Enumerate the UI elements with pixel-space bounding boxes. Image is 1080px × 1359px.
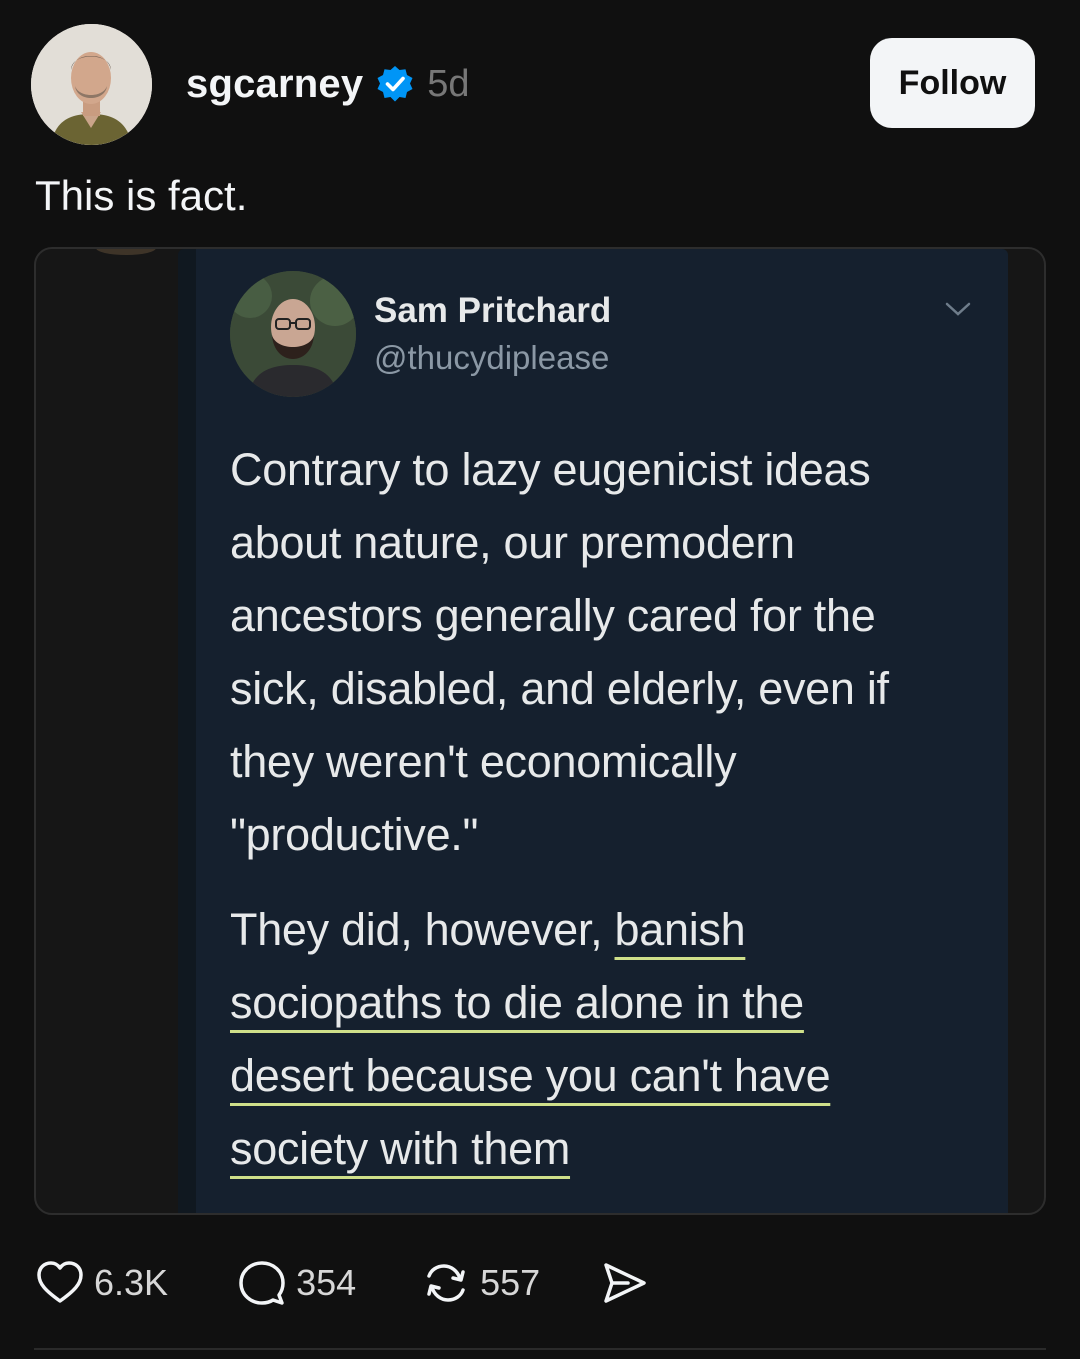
repost-count: 557: [480, 1262, 541, 1303]
author-row: sgcarney 5d: [186, 56, 470, 112]
tweet-author-avatar: [230, 271, 356, 397]
tweet-text-line: Contrary to lazy eugenicist ideas: [230, 444, 871, 495]
reply-button[interactable]: 354: [236, 1257, 356, 1309]
action-bar: 6.3K 354 557: [34, 1252, 650, 1314]
embedded-tweet: Sam Pritchard @thucydiplease Contrary to…: [178, 249, 1008, 1213]
chevron-down-icon: [945, 302, 971, 316]
repost-icon: [427, 1264, 465, 1302]
share-button[interactable]: [598, 1257, 650, 1309]
tweet-text-line: "productive.": [230, 809, 479, 860]
tweet-text-line: They did, however, banish: [230, 893, 990, 966]
comment-icon: [239, 1261, 285, 1305]
repost-button[interactable]: 557: [420, 1257, 540, 1309]
tweet-text-plain: They did, however,: [230, 904, 615, 955]
tweet-paragraph-1: Contrary to lazy eugenicist ideas about …: [230, 433, 990, 871]
tweet-author-handle: @thucydiplease: [374, 339, 610, 376]
share-icon: [604, 1263, 646, 1303]
tweet-text-line: sick, disabled, and elderly, even if: [230, 663, 889, 714]
tweet-text-highlighted: sociopaths to die alone in the: [230, 977, 804, 1028]
post-divider: [34, 1348, 1046, 1350]
author-username[interactable]: sgcarney: [186, 62, 363, 107]
tweet-text-line: ancestors generally cared for the: [230, 590, 876, 641]
reply-count: 354: [296, 1262, 357, 1303]
tweet-text-highlighted: society with them: [230, 1123, 571, 1174]
tweet-author-name: Sam Pritchard: [374, 291, 612, 330]
like-button[interactable]: 6.3K: [34, 1257, 168, 1309]
post-caption: This is fact.: [35, 172, 248, 219]
tweet-text-line: about nature, our premodern: [230, 517, 795, 568]
heart-icon: [37, 1261, 83, 1303]
post-image[interactable]: Sam Pritchard @thucydiplease Contrary to…: [34, 247, 1046, 1215]
follow-button[interactable]: Follow: [870, 38, 1035, 128]
post-timestamp: 5d: [427, 62, 470, 105]
author-avatar[interactable]: [31, 24, 152, 145]
image-artifact: [96, 249, 156, 255]
tweet-paragraph-2: They did, however, banish sociopaths to …: [230, 893, 990, 1185]
tweet-text-highlighted: desert because you can't have: [230, 1050, 831, 1101]
verified-badge-icon: [375, 64, 415, 104]
tweet-text-highlighted: banish: [614, 904, 746, 955]
tweet-text-line: they weren't economically: [230, 736, 737, 787]
thread-post: sgcarney 5d Follow This is fact. Sam Pri…: [0, 0, 1080, 1359]
like-count: 6.3K: [94, 1262, 169, 1303]
